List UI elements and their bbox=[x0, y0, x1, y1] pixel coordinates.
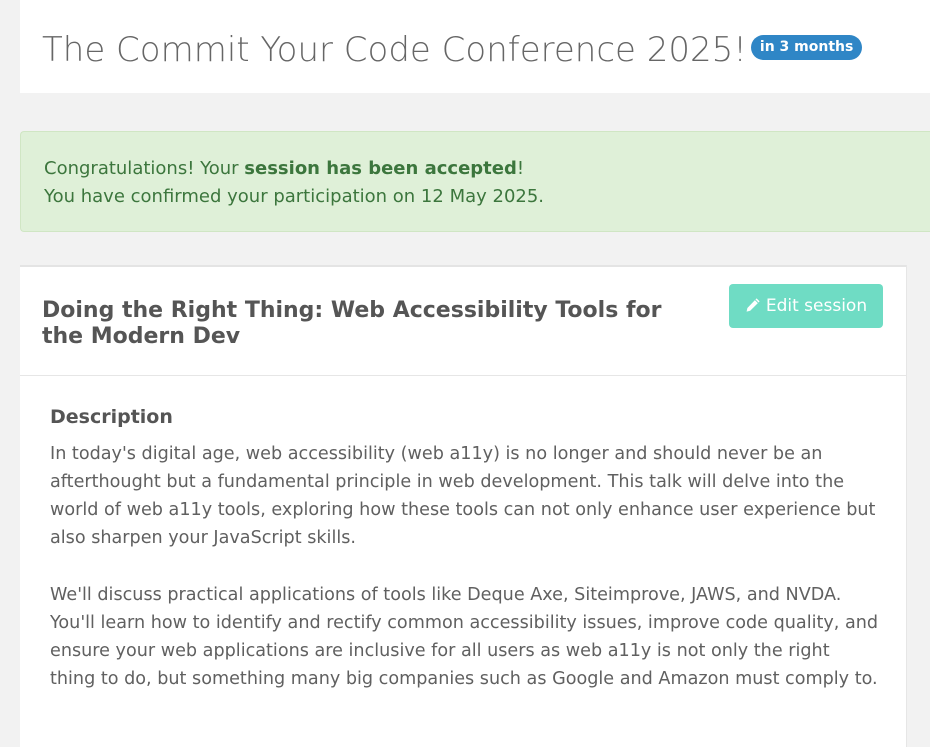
description-paragraph: We'll discuss practical applications of … bbox=[50, 585, 879, 689]
pencil-icon bbox=[746, 298, 760, 312]
description-paragraph: In today's digital age, web accessibilit… bbox=[50, 444, 876, 548]
acceptance-highlight: session has been accepted bbox=[244, 158, 517, 179]
edit-session-button[interactable]: Edit session bbox=[729, 284, 883, 328]
session-title: Doing the Right Thing: Web Accessibility… bbox=[42, 298, 662, 349]
description-heading: Description bbox=[50, 406, 173, 428]
confirmation-message: You have confirmed your participation on… bbox=[44, 186, 545, 207]
session-card: Doing the Right Thing: Web Accessibility… bbox=[20, 265, 906, 747]
acceptance-prefix: Congratulations! Your bbox=[44, 158, 245, 179]
session-card-header: Doing the Right Thing: Web Accessibility… bbox=[20, 267, 906, 376]
acceptance-message: Congratulations! Your session has been a… bbox=[44, 155, 930, 183]
page-title: The Commit Your Code Conference 2025! in … bbox=[42, 28, 863, 72]
acceptance-suffix: ! bbox=[516, 158, 525, 179]
page-title-text: The Commit Your Code Conference 2025! bbox=[42, 30, 747, 70]
acceptance-alert: Congratulations! Your session has been a… bbox=[20, 131, 930, 232]
countdown-badge: in 3 months bbox=[750, 35, 863, 60]
page-header: The Commit Your Code Conference 2025! in … bbox=[20, 0, 930, 93]
edit-session-label: Edit session bbox=[765, 296, 868, 316]
session-description: Description In today's digital age, web … bbox=[50, 404, 880, 722]
